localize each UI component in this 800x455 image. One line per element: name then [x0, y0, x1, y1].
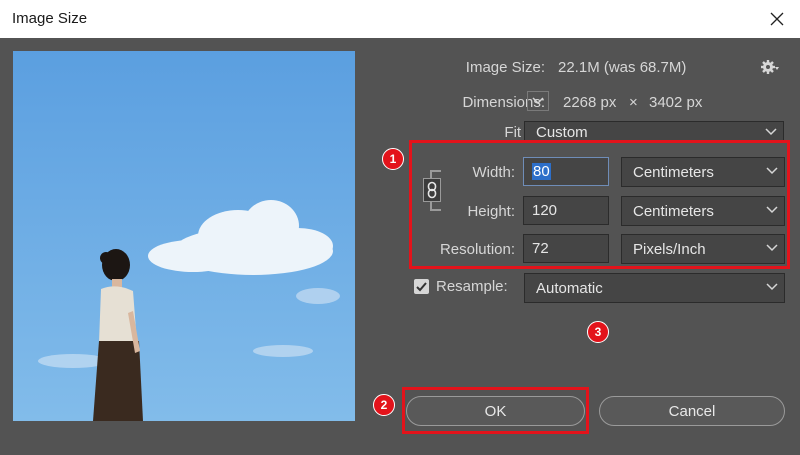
annotation-box-1: [409, 140, 790, 269]
dimensions-height: 3402 px: [649, 94, 703, 111]
image-size-value: 22.1M (was 68.7M): [558, 59, 687, 76]
checkmark-icon: [416, 281, 427, 291]
resample-select[interactable]: Automatic: [524, 273, 785, 303]
cancel-button[interactable]: Cancel: [599, 396, 785, 426]
ok-button[interactable]: OK: [406, 396, 585, 426]
chevron-down-icon: [766, 283, 778, 291]
chevron-down-icon: [765, 128, 777, 136]
gear-icon: [761, 60, 779, 74]
dimensions-units-toggle[interactable]: [527, 91, 549, 111]
dimensions-times: ×: [629, 94, 638, 111]
resample-checkbox[interactable]: [414, 279, 429, 294]
preview-photo: [13, 51, 355, 421]
cancel-label: Cancel: [668, 402, 716, 420]
chevron-down-icon: [532, 97, 544, 105]
image-size-label: Image Size:: [465, 59, 545, 76]
window-title: Image Size: [12, 10, 88, 27]
annotation-badge-1: 1: [382, 148, 404, 170]
resample-value: Automatic: [536, 280, 603, 297]
annotation-badge-3: 3: [587, 321, 609, 343]
dimensions-label: Dimensions:: [462, 94, 545, 111]
annotation-badge-2: 2: [373, 394, 395, 416]
close-icon: [770, 12, 784, 26]
settings-button[interactable]: [760, 58, 780, 76]
fit-to-value: Custom: [536, 124, 588, 141]
image-preview[interactable]: [13, 51, 355, 421]
dimensions-width: 2268 px: [563, 94, 617, 111]
close-button[interactable]: [754, 0, 800, 38]
resample-label: Resample:: [436, 278, 508, 295]
ok-label: OK: [484, 402, 507, 420]
title-bar: Image Size: [0, 0, 800, 38]
